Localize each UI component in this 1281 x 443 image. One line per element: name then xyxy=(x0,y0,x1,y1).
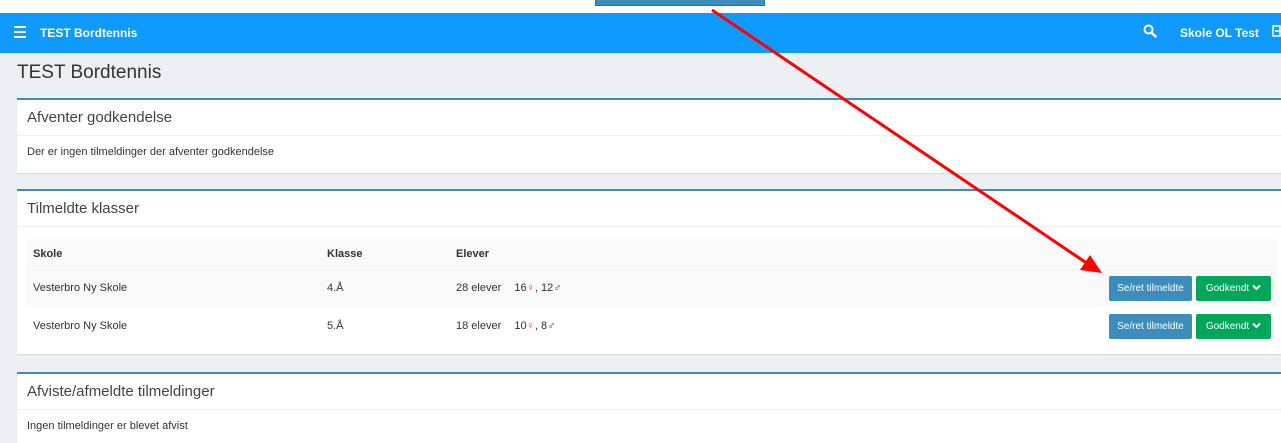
annotation-arrow xyxy=(711,8,1102,273)
